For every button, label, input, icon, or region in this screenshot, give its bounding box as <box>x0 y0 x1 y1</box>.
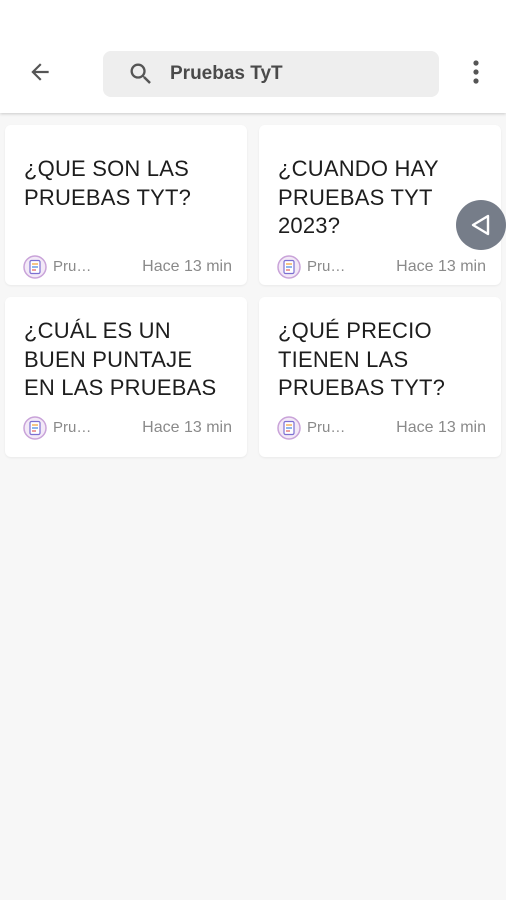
source-logo-icon <box>277 255 301 279</box>
result-card[interactable]: ¿QUÉ PRECIO TIENEN LAS PRUEBAS TYT? Prue… <box>259 297 501 457</box>
search-input[interactable]: Pruebas TyT <box>170 51 283 97</box>
arrow-left-icon <box>31 63 49 81</box>
card-time: Hace 13 min <box>396 258 486 275</box>
card-title: ¿CUÁL ES UN BUEN PUNTAJE EN LAS PRUEBAS <box>24 318 217 400</box>
more-options-button[interactable] <box>460 52 492 92</box>
search-icon <box>130 63 151 84</box>
source-logo-icon <box>277 416 301 440</box>
card-source: Pruebas TyT <box>53 419 99 436</box>
card-footer: Pruebas TyT Hace 13 min <box>23 255 232 279</box>
card-source: Pruebas TyT <box>53 258 99 275</box>
card-footer: Pruebas TyT Hace 13 min <box>23 416 232 440</box>
card-title: ¿QUÉ PRECIO TIENEN LAS PRUEBAS TYT? <box>278 318 446 400</box>
card-time: Hace 13 min <box>396 419 486 436</box>
result-card[interactable]: ¿QUE SON LAS PRUEBAS TYT? Pruebas TyT Ha… <box>5 125 247 285</box>
card-footer: Pruebas TyT Hace 13 min <box>277 255 486 279</box>
card-source: Pruebas TyT <box>307 419 353 436</box>
source-logo-icon <box>23 416 47 440</box>
back-button[interactable] <box>20 52 60 92</box>
card-time: Hace 13 min <box>142 419 232 436</box>
floating-action-button[interactable] <box>456 200 506 250</box>
app-root: Pruebas TyT ¿QUE SON LAS PRUEBAS TYT? Pr… <box>0 0 506 900</box>
more-vertical-icon <box>473 60 479 84</box>
card-title: ¿QUE SON LAS PRUEBAS TYT? <box>24 156 192 210</box>
search-field[interactable]: Pruebas TyT <box>103 51 439 97</box>
result-card[interactable]: ¿CUÁL ES UN BUEN PUNTAJE EN LAS PRUEBAS … <box>5 297 247 457</box>
top-app-bar: Pruebas TyT <box>0 0 506 113</box>
card-source: Pruebas TyT <box>307 258 353 275</box>
card-footer: Pruebas TyT Hace 13 min <box>277 416 486 440</box>
source-logo-icon <box>23 255 47 279</box>
triangle-left-icon <box>471 214 490 236</box>
card-time: Hace 13 min <box>142 258 232 275</box>
